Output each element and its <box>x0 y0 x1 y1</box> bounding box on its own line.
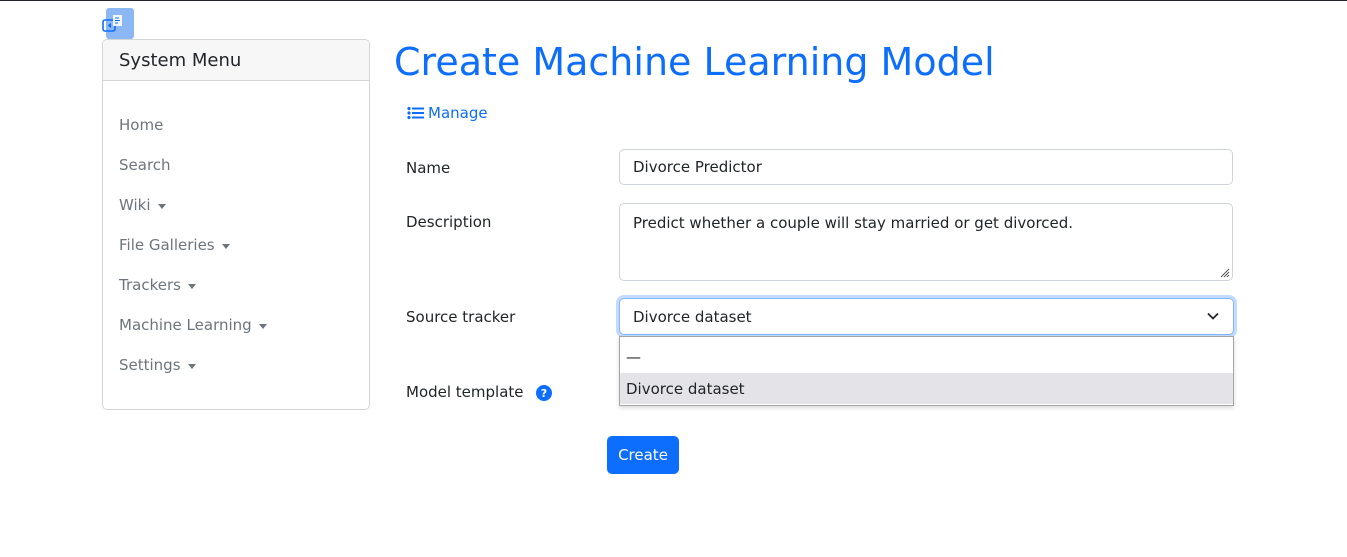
description-field[interactable]: Predict whether a couple will stay marri… <box>619 203 1233 281</box>
sidebar-toggle-icon <box>102 15 122 32</box>
dropdown-option-empty[interactable]: — <box>620 341 1233 372</box>
top-border <box>0 0 1347 1</box>
source-tracker-value: Divorce dataset <box>633 307 752 326</box>
sidebar-item-home[interactable]: Home <box>119 116 163 134</box>
sidebar-item-label: Search <box>119 156 171 174</box>
description-label: Description <box>406 213 492 231</box>
name-value: Divorce Predictor <box>633 158 762 176</box>
option-label: Divorce dataset <box>626 379 745 398</box>
sidebar-item-wiki[interactable]: Wiki <box>119 196 166 214</box>
list-icon <box>407 106 424 120</box>
description-value: Predict whether a couple will stay marri… <box>633 214 1074 232</box>
name-field[interactable]: Divorce Predictor <box>619 149 1233 185</box>
sidebar-item-file-galleries[interactable]: File Galleries <box>119 236 230 254</box>
sidebar-item-label: Trackers <box>119 276 181 294</box>
sidebar-item-label: Wiki <box>119 196 151 214</box>
caret-down-icon <box>157 203 166 209</box>
caret-down-icon <box>258 323 267 329</box>
sidebar-item-label: Home <box>119 116 164 134</box>
sidebar-item-trackers[interactable]: Trackers <box>119 276 196 294</box>
sidebar-item-search[interactable]: Search <box>119 156 171 174</box>
sidebar-title: System Menu <box>103 40 369 81</box>
sidebar-item-machine-learning[interactable]: Machine Learning <box>119 316 267 334</box>
option-label: — <box>626 347 641 366</box>
sidebar-item-label: Machine Learning <box>119 316 252 334</box>
manage-label: Manage <box>428 104 488 122</box>
sidebar-toggle-button[interactable] <box>102 8 134 39</box>
create-button[interactable]: Create <box>607 436 679 474</box>
page-title: Create Machine Learning Model <box>394 40 995 84</box>
sidebar-item-label: File Galleries <box>119 236 215 254</box>
sidebar: System Menu Home Search Wiki File Galler… <box>102 39 370 410</box>
chevron-down-icon <box>1207 312 1219 320</box>
caret-down-icon <box>187 363 196 369</box>
resize-grip-icon[interactable] <box>1218 266 1230 278</box>
sidebar-item-settings[interactable]: Settings <box>119 356 196 374</box>
source-tracker-label: Source tracker <box>406 308 516 326</box>
caret-down-icon <box>187 283 196 289</box>
dropdown-option-divorce-dataset[interactable]: Divorce dataset <box>620 373 1233 404</box>
name-label: Name <box>406 159 451 177</box>
question-circle-icon[interactable]: ? <box>536 385 552 401</box>
manage-link[interactable]: Manage <box>407 104 488 122</box>
caret-down-icon <box>221 243 230 249</box>
model-template-label: Model template <box>406 383 524 401</box>
source-tracker-select[interactable]: Divorce dataset <box>619 298 1234 335</box>
sidebar-item-label: Settings <box>119 356 181 374</box>
source-tracker-dropdown: — Divorce dataset <box>619 336 1234 406</box>
